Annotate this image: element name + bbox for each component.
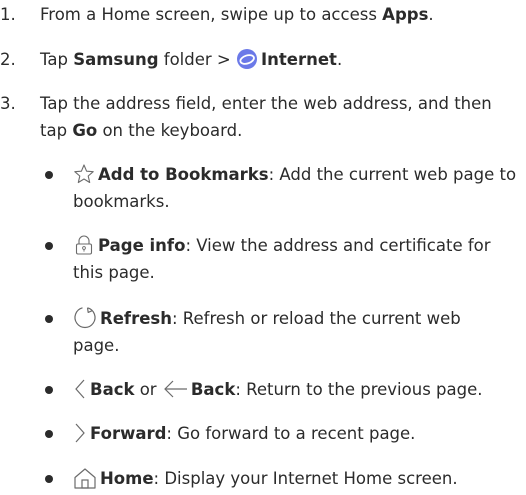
bullet-label: Add to Bookmarks (98, 165, 269, 184)
bullet-description: : Display your Internet Home screen. (153, 469, 458, 488)
bullet-label: Back (90, 380, 135, 399)
internet-label: Internet (261, 50, 337, 69)
bullet-label: Refresh (100, 309, 172, 328)
bullet-text: Page info: View the address and certific… (73, 232, 523, 286)
step-text-plain: . (336, 50, 343, 69)
step-text: Tap Samsung folder > Internet. (40, 46, 520, 73)
home-icon (73, 467, 97, 489)
bullet-text: Back or Back: Return to the previous pag… (73, 376, 483, 403)
step-text-plain: on the keyboard. (97, 121, 243, 140)
samsung-folder-label: Samsung (73, 50, 159, 69)
bullet-text: Add to Bookmarks: Add the current web pa… (73, 161, 523, 215)
bullet-text: Forward: Go forward to a recent page. (73, 420, 415, 447)
bullet-label: Home (100, 469, 154, 488)
forward-chevron-icon (73, 422, 87, 444)
star-outline-icon (73, 163, 95, 185)
step-text-plain: folder > (158, 50, 236, 69)
step-text-plain: . (428, 5, 434, 24)
bullet-dot (45, 430, 53, 438)
bullet-or: or (134, 380, 162, 399)
step-number: 2. (0, 50, 16, 69)
step-text: Tap the address field, enter the web add… (40, 90, 510, 144)
internet-app-icon (236, 48, 258, 70)
lock-icon (73, 234, 95, 256)
back-chevron-icon (73, 378, 87, 400)
bullet-label: Page info (98, 236, 186, 255)
bullet-text: Home: Display your Internet Home screen. (73, 465, 458, 492)
bullet-label: Back (190, 380, 236, 399)
bullet-dot (45, 242, 53, 250)
bullet-label: Forward (90, 424, 167, 443)
refresh-icon (73, 305, 97, 329)
bullet-dot (45, 315, 53, 323)
bullet-dot (45, 386, 53, 394)
go-label: Go (72, 121, 98, 140)
step-number: 1. (0, 5, 16, 24)
step-number: 3. (0, 94, 16, 113)
bullet-description: : Go forward to a recent page. (166, 424, 416, 443)
step-text-plain: Tap (40, 50, 74, 69)
back-arrow-icon (162, 378, 188, 400)
step-text-plain: From a Home screen, swipe up to access (40, 5, 383, 24)
instructions-page: 1. From a Home screen, swipe up to acces… (0, 0, 526, 495)
bullet-dot (45, 171, 53, 179)
apps-label: Apps (382, 5, 429, 24)
bullet-description: : Return to the previous page. (235, 380, 483, 399)
step-text: From a Home screen, swipe up to access A… (40, 1, 520, 28)
bullet-text: Refresh: Refresh or reload the current w… (73, 305, 493, 359)
bullet-dot (45, 475, 53, 483)
